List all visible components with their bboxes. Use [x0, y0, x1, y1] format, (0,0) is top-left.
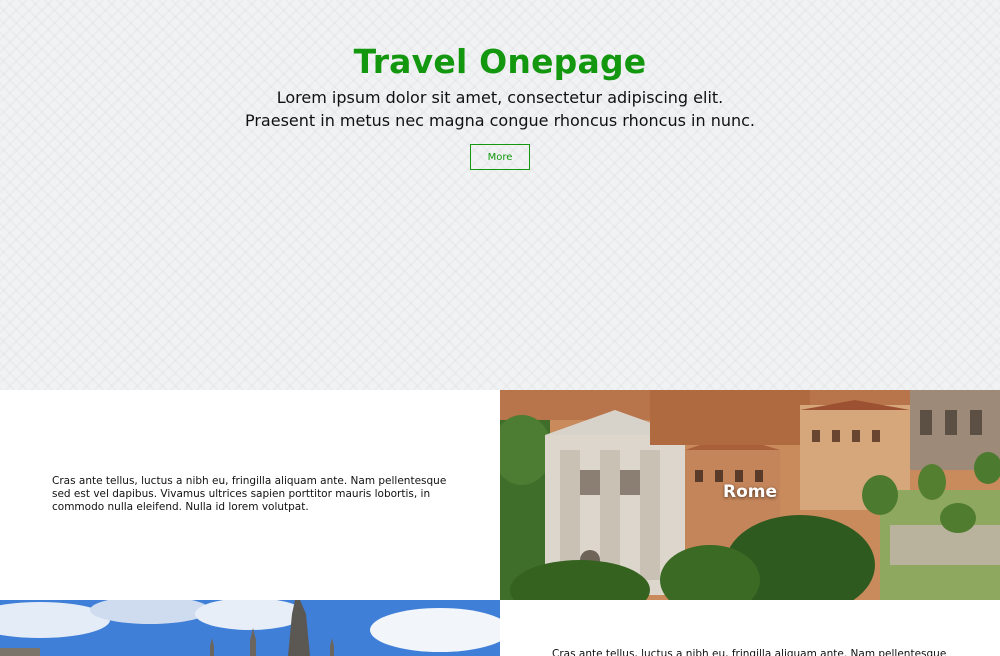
more-button[interactable]: More: [470, 144, 530, 170]
destination-text-cell-2: Cras ante tellus, luctus a nibh eu, frin…: [500, 600, 1000, 656]
rome-image[interactable]: Rome: [500, 390, 1000, 600]
hero-title: Travel Onepage: [353, 42, 647, 81]
destination-description: Cras ante tellus, luctus a nibh eu, frin…: [52, 475, 447, 513]
destination-description-2: Cras ante tellus, luctus a nibh eu, frin…: [552, 648, 947, 656]
cathedral-image[interactable]: [0, 600, 500, 656]
destination-text-cell: Cras ante tellus, luctus a nibh eu, frin…: [0, 390, 500, 600]
rome-caption: Rome: [722, 482, 777, 502]
destination-row-rome: Cras ante tellus, luctus a nibh eu, frin…: [0, 390, 1000, 600]
hero-subtitle: Lorem ipsum dolor sit amet, consectetur …: [244, 88, 756, 130]
hero-section: Travel Onepage Lorem ipsum dolor sit ame…: [0, 0, 1000, 390]
destination-row-2: Cras ante tellus, luctus a nibh eu, frin…: [0, 600, 1000, 656]
cathedral-photo: [0, 600, 500, 656]
